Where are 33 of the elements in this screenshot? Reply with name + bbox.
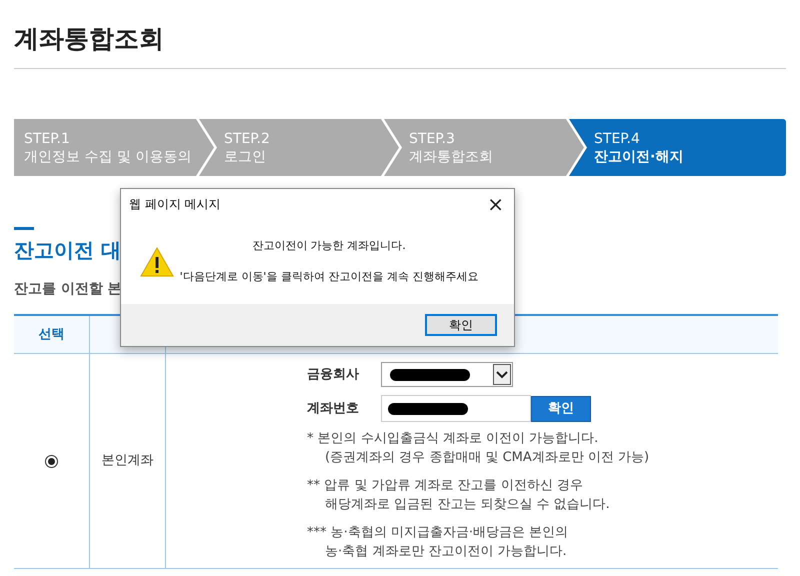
note-text: 해당계좌로 입금된 잔고는 되찾으실 수 없습니다.: [324, 496, 610, 514]
section-heading: 잔고이전 대: [14, 237, 121, 264]
radio-button[interactable]: [45, 454, 58, 468]
page-title: 계좌통합조회: [14, 23, 164, 55]
dialog-message: '다음단계로 이동'을 클릭하여 잔고이전을 계속 진행해주세요: [180, 269, 478, 285]
section-subtitle: 잔고를 이전할 본: [14, 280, 122, 299]
step-label: 계좌통합조회: [409, 148, 493, 166]
dialog-title: 웹 페이지 메시지: [129, 196, 221, 213]
note-text: * 본인의 수시입출금식 계좌로 이전이 가능합니다.: [307, 430, 598, 448]
step-label: 개인정보 수집 및 이용동의: [24, 148, 192, 166]
step-number: STEP.1: [24, 130, 70, 148]
step-number: STEP.4: [594, 130, 640, 148]
note-text: ** 압류 및 가압류 계좌로 잔고를 이전하신 경우: [307, 477, 583, 495]
step-label: 잔고이전·해지: [594, 148, 684, 166]
select-field[interactable]: [381, 362, 513, 387]
note-text: 농·축협 계좌로만 잔고이전이 가능합니다.: [324, 543, 567, 561]
warning-icon: [140, 246, 174, 276]
step-label: 로그인: [224, 148, 266, 166]
confirm-button[interactable]: 확인: [531, 396, 591, 422]
note-text: (증권계좌의 경우 종합매매 및 CMA계좌로만 이전 가능): [324, 449, 650, 467]
field-label: 계좌번호: [307, 400, 360, 418]
input-field[interactable]: [381, 395, 531, 422]
close-icon[interactable]: ×: [487, 194, 504, 214]
heading-accent: [14, 227, 34, 230]
column-header: 선택: [38, 326, 64, 344]
step-number: STEP.3: [409, 130, 455, 148]
dropdown-caret-icon[interactable]: [493, 364, 511, 385]
table-cell-text: 본인계좌: [102, 452, 154, 470]
step-number: STEP.2: [224, 130, 270, 148]
field-label: 금융회사: [307, 366, 360, 384]
dialog-message: 잔고이전이 가능한 계좌입니다.: [252, 238, 406, 254]
ok-button[interactable]: 확인: [425, 314, 497, 336]
note-text: *** 농·축협의 미지급출자금·배당금은 본인의: [307, 524, 568, 542]
